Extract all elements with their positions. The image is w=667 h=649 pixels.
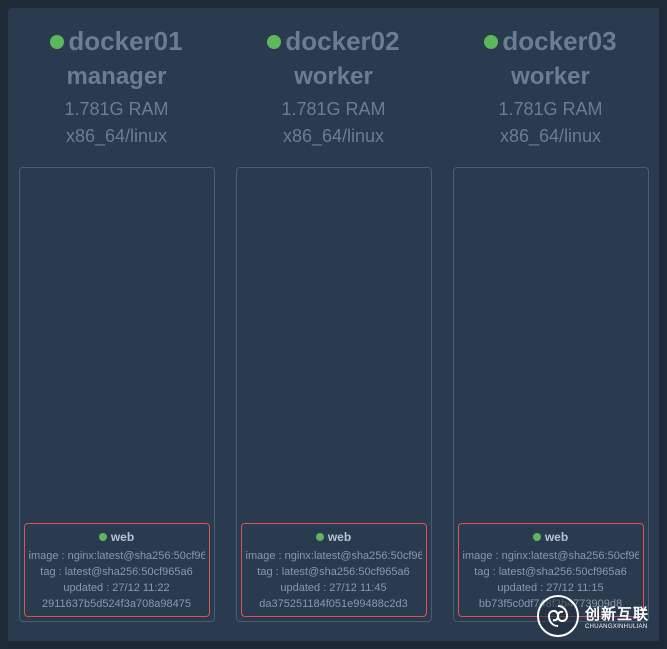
- task-id: bb73f5c0df748f3b4773909d8: [463, 598, 639, 610]
- swarm-visualizer: docker01 manager 1.781G RAM x86_64/linux…: [8, 8, 659, 641]
- task-tag: tag : latest@sha256:50cf965a6: [246, 566, 422, 578]
- task-title-row: web: [463, 530, 639, 544]
- task-status-dot-icon: [316, 533, 324, 541]
- node-ram: 1.781G RAM: [267, 99, 399, 120]
- task-card[interactable]: web image : nginx:latest@sha256:50cf965a…: [241, 523, 427, 617]
- task-updated: updated : 27/12 11:45: [246, 582, 422, 594]
- task-container: web image : nginx:latest@sha256:50cf965a…: [19, 167, 215, 622]
- node-title-row: docker01: [50, 26, 182, 57]
- task-image: image : nginx:latest@sha256:50cf965a6: [463, 550, 639, 562]
- task-title-row: web: [246, 530, 422, 544]
- node-column-docker03: docker03 worker 1.781G RAM x86_64/linux …: [442, 8, 659, 641]
- task-image: image : nginx:latest@sha256:50cf965a6: [246, 550, 422, 562]
- node-title-row: docker02: [267, 26, 399, 57]
- task-name: web: [328, 530, 351, 544]
- node-role: worker: [267, 63, 399, 91]
- task-title-row: web: [29, 530, 205, 544]
- task-image: image : nginx:latest@sha256:50cf965a6: [29, 550, 205, 562]
- node-arch: x86_64/linux: [50, 126, 182, 147]
- task-updated: updated : 27/12 11:22: [29, 582, 205, 594]
- node-arch: x86_64/linux: [267, 126, 399, 147]
- node-ram: 1.781G RAM: [484, 99, 616, 120]
- node-role: worker: [484, 63, 616, 91]
- task-status-dot-icon: [533, 533, 541, 541]
- node-column-docker01: docker01 manager 1.781G RAM x86_64/linux…: [8, 8, 225, 641]
- task-id: 2911637b5d524f3a708a98475: [29, 598, 205, 610]
- task-card[interactable]: web image : nginx:latest@sha256:50cf965a…: [24, 523, 210, 617]
- task-updated: updated : 27/12 11:15: [463, 582, 639, 594]
- task-tag: tag : latest@sha256:50cf965a6: [29, 566, 205, 578]
- node-column-docker02: docker02 worker 1.781G RAM x86_64/linux …: [225, 8, 442, 641]
- node-name: docker02: [285, 26, 399, 57]
- status-dot-icon: [267, 35, 281, 49]
- node-ram: 1.781G RAM: [50, 99, 182, 120]
- task-name: web: [545, 530, 568, 544]
- node-header: docker02 worker 1.781G RAM x86_64/linux: [267, 26, 399, 147]
- status-dot-icon: [50, 35, 64, 49]
- node-arch: x86_64/linux: [484, 126, 616, 147]
- task-id: da375251184f051e99488c2d3: [246, 598, 422, 610]
- task-container: web image : nginx:latest@sha256:50cf965a…: [236, 167, 432, 622]
- node-name: docker03: [502, 26, 616, 57]
- task-tag: tag : latest@sha256:50cf965a6: [463, 566, 639, 578]
- node-name: docker01: [68, 26, 182, 57]
- node-role: manager: [50, 63, 182, 91]
- node-header: docker03 worker 1.781G RAM x86_64/linux: [484, 26, 616, 147]
- task-card[interactable]: web image : nginx:latest@sha256:50cf965a…: [458, 523, 644, 617]
- task-container: web image : nginx:latest@sha256:50cf965a…: [453, 167, 649, 622]
- node-header: docker01 manager 1.781G RAM x86_64/linux: [50, 26, 182, 147]
- task-status-dot-icon: [99, 533, 107, 541]
- task-name: web: [111, 530, 134, 544]
- status-dot-icon: [484, 35, 498, 49]
- node-title-row: docker03: [484, 26, 616, 57]
